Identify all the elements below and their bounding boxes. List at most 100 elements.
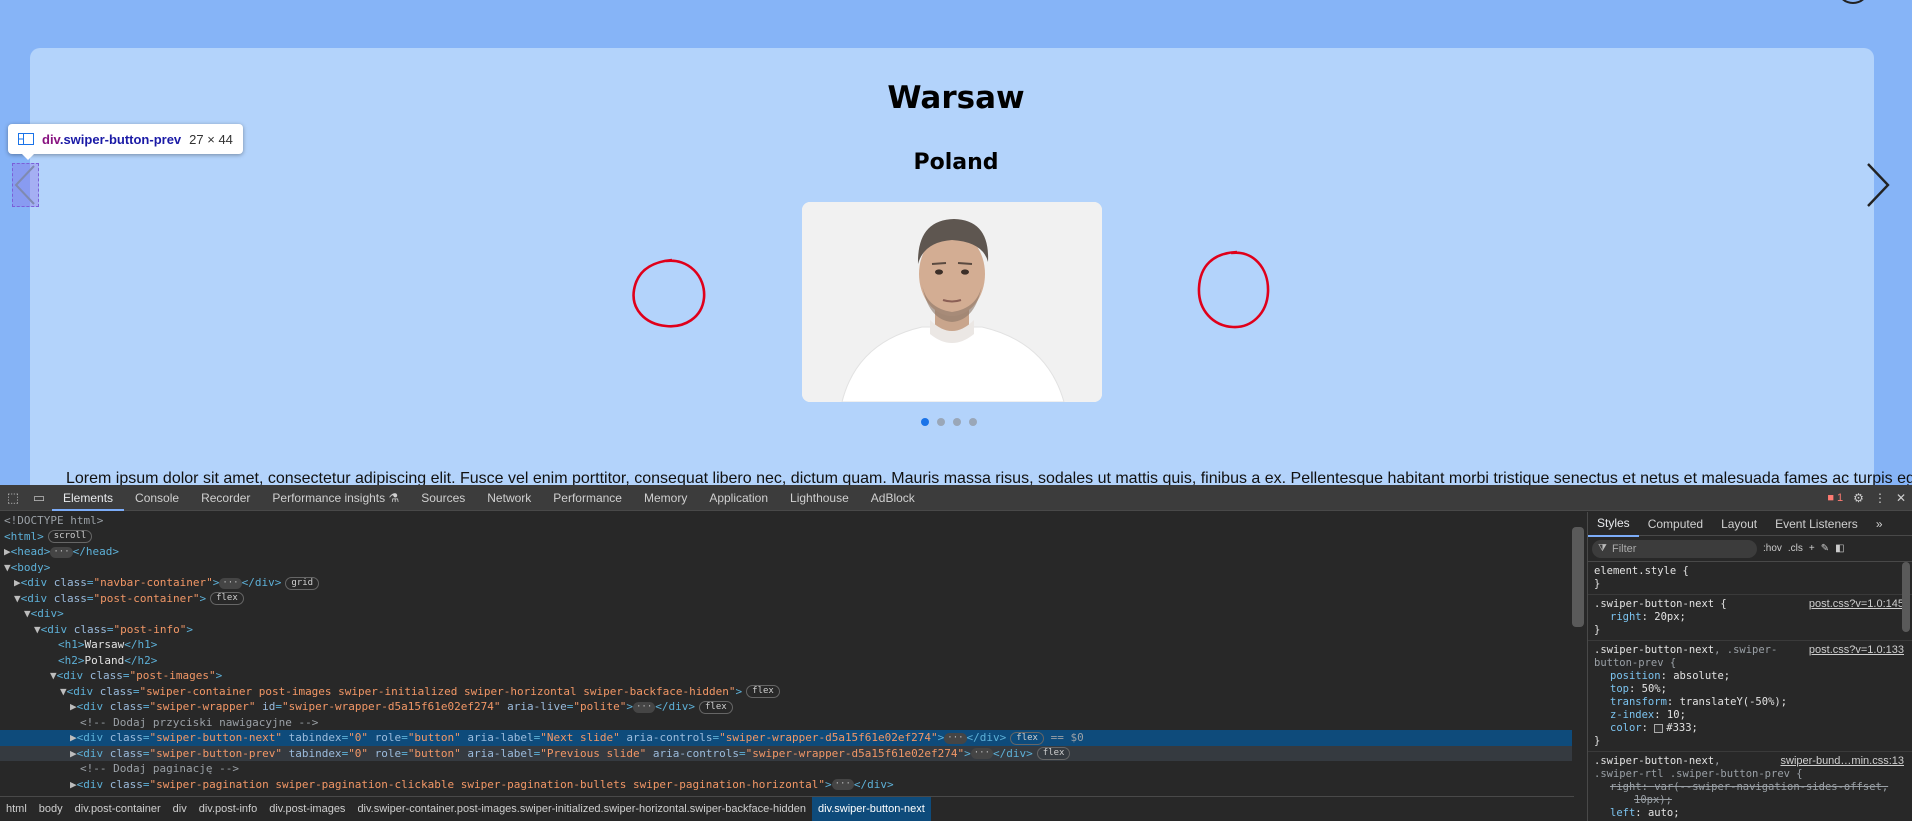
prev-slide-button[interactable] [12, 163, 39, 207]
devtools-tab-performance-insights[interactable]: Performance insights ⚗ [261, 485, 410, 511]
breadcrumb: html body div.post-container div div.post-in… [0, 796, 1574, 821]
browser-window: Warsaw Poland Lorem ipsum dolor sit amet… [0, 0, 1912, 821]
device-toolbar-icon[interactable]: ▭ [26, 485, 52, 511]
styles-tab-styles[interactable]: Styles [1588, 511, 1639, 537]
styles-scrollbar[interactable] [1902, 562, 1910, 632]
annotation-circle-right [1197, 250, 1270, 329]
pagination-bullet[interactable] [937, 418, 945, 426]
style-rule-next-prev[interactable]: post.css?v=1.0:133 .swiper-button-next, … [1588, 641, 1912, 752]
devtools-tabbar: ⬚ ▭ Elements Console Recorder Performance i… [0, 485, 1912, 511]
style-source-link[interactable]: post.css?v=1.0:133 [1809, 644, 1904, 657]
breadcrumb-item[interactable]: div.post-images [263, 797, 351, 821]
add-rule-icon[interactable]: + [1809, 543, 1815, 554]
dom-line-doctype[interactable]: <!DOCTYPE html> [0, 513, 1572, 529]
styles-tab-computed[interactable]: Computed [1639, 512, 1712, 536]
pagination-bullet[interactable] [953, 418, 961, 426]
devtools-toolbar-right: ■ 1 ⚙ ⋮ ✕ [1827, 485, 1906, 511]
flex-layout-icon [18, 133, 34, 145]
style-property[interactable]: top: 50%; [1594, 683, 1906, 696]
devtools-panel: ⬚ ▭ Elements Console Recorder Performance i… [0, 485, 1912, 821]
breadcrumb-item[interactable]: div.post-container [69, 797, 167, 821]
style-source-link[interactable]: post.css?v=1.0:145 [1809, 598, 1904, 611]
dom-line-body[interactable]: ▼<body> [0, 560, 1572, 576]
styles-tab-event-listeners[interactable]: Event Listeners [1766, 512, 1867, 536]
styles-tabs: Styles Computed Layout Event Listeners» [1588, 511, 1912, 537]
pagination-bullet[interactable] [969, 418, 977, 426]
devtools-tab-network[interactable]: Network [476, 485, 542, 511]
post-title: Warsaw [887, 80, 1025, 116]
styles-filter-input[interactable]: Filter [1592, 539, 1757, 558]
more-tabs-icon[interactable]: » [1867, 512, 1892, 536]
slider-pagination [921, 418, 977, 426]
styles-tab-layout[interactable]: Layout [1712, 512, 1766, 536]
dom-line-post-info[interactable]: ▼<div class="post-info"> [0, 622, 1572, 638]
devtools-tab-memory[interactable]: Memory [633, 485, 698, 511]
dom-line-comment-nav[interactable]: <!-- Dodaj przyciski nawigacyjne --> [0, 715, 1572, 731]
style-rule-props: position: absolute; top: 50%; transform: t… [1594, 670, 1906, 735]
style-rule-next[interactable]: post.css?v=1.0:145 .swiper-button-next {… [1588, 595, 1912, 641]
inspector-tooltip: div.swiper-button-prev 27 × 44 [8, 124, 243, 160]
devtools-tab-performance[interactable]: Performance [542, 485, 633, 511]
dom-line-h1[interactable]: <h1>Warsaw</h1> [0, 637, 1572, 653]
breadcrumb-item[interactable]: html [0, 797, 33, 821]
dom-line-html[interactable]: <html> scroll [0, 529, 1572, 545]
styles-filter-row: Filter :hov .cls + ✎ ◧ [1588, 536, 1912, 562]
style-source-link[interactable]: swiper-bund…min.css:13 [1781, 755, 1905, 768]
post-body-text: Lorem ipsum dolor sit amet, consectetur … [66, 470, 1912, 485]
dom-line-swiper-container[interactable]: ▼<div class="swiper-container post-image… [0, 684, 1572, 700]
paint-icon[interactable]: ✎ [1821, 543, 1829, 554]
annotation-circle-left [632, 258, 706, 328]
breadcrumb-item[interactable]: div.swiper-button-next [811, 797, 931, 821]
slide-image[interactable] [802, 202, 1102, 402]
dom-line-swiper-button-prev[interactable]: ▶<div class="swiper-button-prev" tabinde… [0, 745, 1572, 761]
style-property[interactable]: transform: translateY(-50%); [1594, 696, 1906, 709]
breadcrumb-item[interactable]: body [33, 797, 69, 821]
devtools-tab-lighthouse[interactable]: Lighthouse [779, 485, 860, 511]
style-property[interactable]: color: #333; [1594, 722, 1906, 735]
account-icon[interactable] [1838, 0, 1868, 4]
devtools-tab-adblock[interactable]: AdBlock [860, 485, 926, 511]
breadcrumb-item[interactable]: div [167, 797, 193, 821]
devtools-tab-recorder[interactable]: Recorder [190, 485, 261, 511]
dom-tree-scrollbar[interactable] [1572, 527, 1584, 627]
hover-state-toggle[interactable]: :hov [1763, 543, 1782, 554]
dom-line-navbar[interactable]: ▶<div class="navbar-container"> ··· </div>… [0, 575, 1572, 591]
style-property[interactable]: position: absolute; [1594, 670, 1906, 683]
dom-line-head[interactable]: ▶<head> ··· </head> [0, 544, 1572, 560]
dom-line-h2[interactable]: <h2>Poland</h2> [0, 653, 1572, 669]
style-property[interactable]: z-index: 10; [1594, 709, 1906, 722]
page-viewport: Warsaw Poland Lorem ipsum dolor sit amet… [0, 0, 1912, 485]
dom-line-post-images[interactable]: ▼<div class="post-images"> [0, 668, 1572, 684]
dom-line-post-container[interactable]: ▼<div class="post-container"> flex [0, 591, 1572, 607]
dom-line-comment-pag[interactable]: <!-- Dodaj paginację --> [0, 761, 1572, 777]
style-rule-swiper-bundle[interactable]: swiper-bund…min.css:13 .swiper-button-ne… [1588, 752, 1912, 821]
devtools-tab-sources[interactable]: Sources [410, 485, 476, 511]
post-subtitle: Poland [913, 150, 999, 175]
style-rule-element[interactable]: element.style { } [1588, 562, 1912, 595]
close-devtools-icon[interactable]: ✕ [1896, 491, 1906, 505]
devtools-tab-console[interactable]: Console [124, 485, 190, 511]
more-options-icon[interactable]: ⋮ [1874, 491, 1886, 505]
next-slide-button[interactable] [1862, 160, 1892, 210]
breadcrumb-item[interactable]: div.post-info [193, 797, 264, 821]
class-toggle[interactable]: .cls [1788, 543, 1803, 554]
tooltip-class: .swiper-button-prev [59, 131, 182, 147]
styles-pane: StylesComputedLayoutEvent Listeners» Fil… [1587, 512, 1912, 821]
chevron-left-icon [14, 165, 35, 205]
devtools-tab-application[interactable]: Application [698, 485, 779, 511]
devtools-tabs: Elements Console Recorder Performance insig… [52, 485, 926, 511]
color-swatch[interactable] [1654, 723, 1664, 733]
inspect-element-icon[interactable]: ⬚ [0, 485, 26, 511]
dom-line-swiper-pagination[interactable]: ▶<div class="swiper-pagination swiper-pa… [0, 777, 1572, 793]
dom-tree[interactable]: <!DOCTYPE html> <html> scroll ▶<head> ··· <… [0, 512, 1574, 796]
dom-line-div[interactable]: ▼<div> [0, 606, 1572, 622]
settings-gear-icon[interactable]: ⚙ [1853, 491, 1864, 505]
tooltip-tag: div [42, 131, 60, 147]
breadcrumb-item[interactable]: div.swiper-container.post-images.swiper-… [351, 797, 812, 821]
pagination-bullet[interactable] [921, 418, 929, 426]
sidebar-toggle-icon[interactable]: ◧ [1835, 543, 1844, 554]
devtools-tab-elements[interactable]: Elements [52, 485, 125, 511]
dom-line-swiper-button-next[interactable]: ▶<div class="swiper-button-next" tabinde… [0, 730, 1572, 746]
error-count-badge[interactable]: ■ 1 [1827, 492, 1843, 504]
dom-line-swiper-wrapper[interactable]: ▶<div class="swiper-wrapper" id="swiper-… [0, 699, 1572, 715]
